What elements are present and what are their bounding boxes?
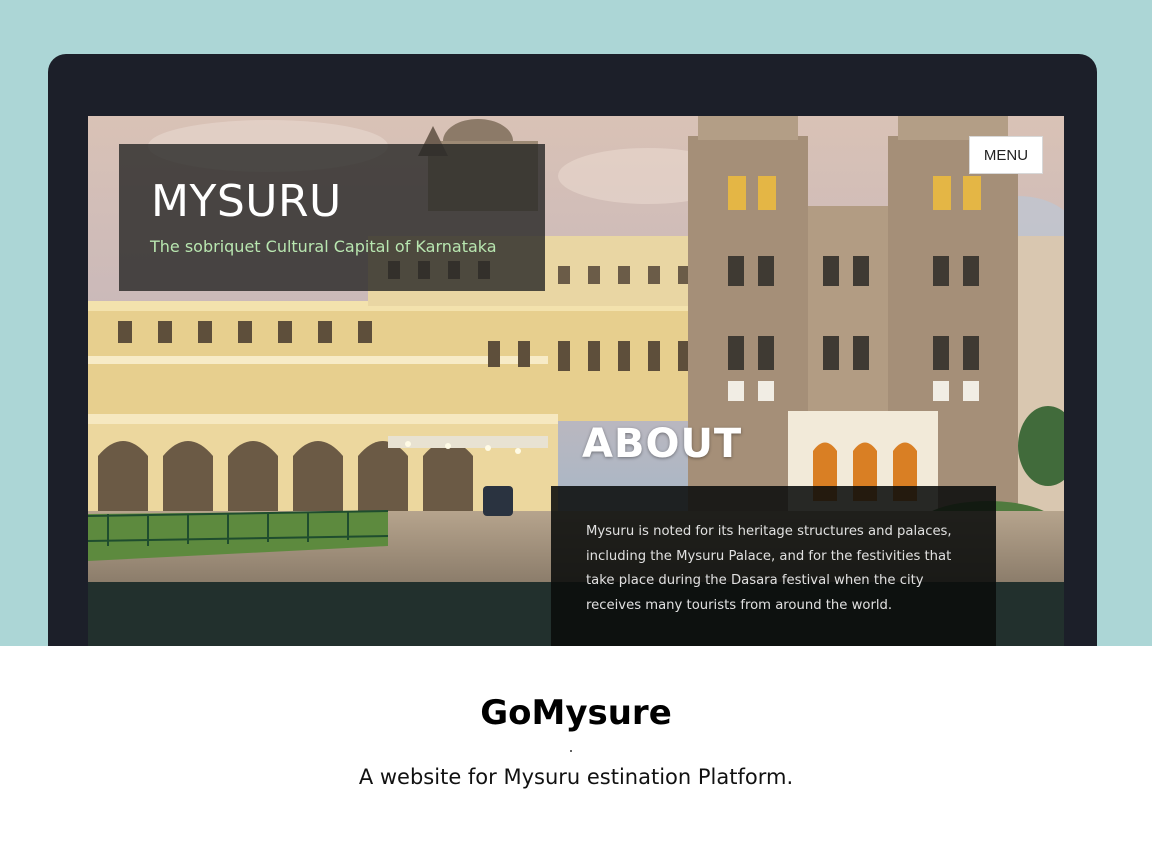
hero-overlay: MYSURU The sobriquet Cultural Capital of… bbox=[119, 144, 545, 291]
showcase-background: MYSURU The sobriquet Cultural Capital of… bbox=[0, 0, 1152, 646]
about-panel: Mysuru is noted for its heritage structu… bbox=[551, 486, 996, 646]
menu-button[interactable]: MENU bbox=[969, 136, 1043, 174]
caption-divider-dot bbox=[570, 750, 572, 752]
website-screen: MYSURU The sobriquet Cultural Capital of… bbox=[88, 116, 1064, 646]
about-description: Mysuru is noted for its heritage structu… bbox=[586, 524, 952, 613]
hero-title: MYSURU bbox=[151, 176, 342, 227]
project-title: GoMysure bbox=[480, 693, 672, 733]
about-heading: ABOUT bbox=[582, 421, 743, 467]
hero-subtitle: The sobriquet Cultural Capital of Karnat… bbox=[150, 237, 497, 256]
project-description: A website for Mysuru estination Platform… bbox=[358, 765, 794, 789]
device-mockup: MYSURU The sobriquet Cultural Capital of… bbox=[48, 54, 1097, 646]
